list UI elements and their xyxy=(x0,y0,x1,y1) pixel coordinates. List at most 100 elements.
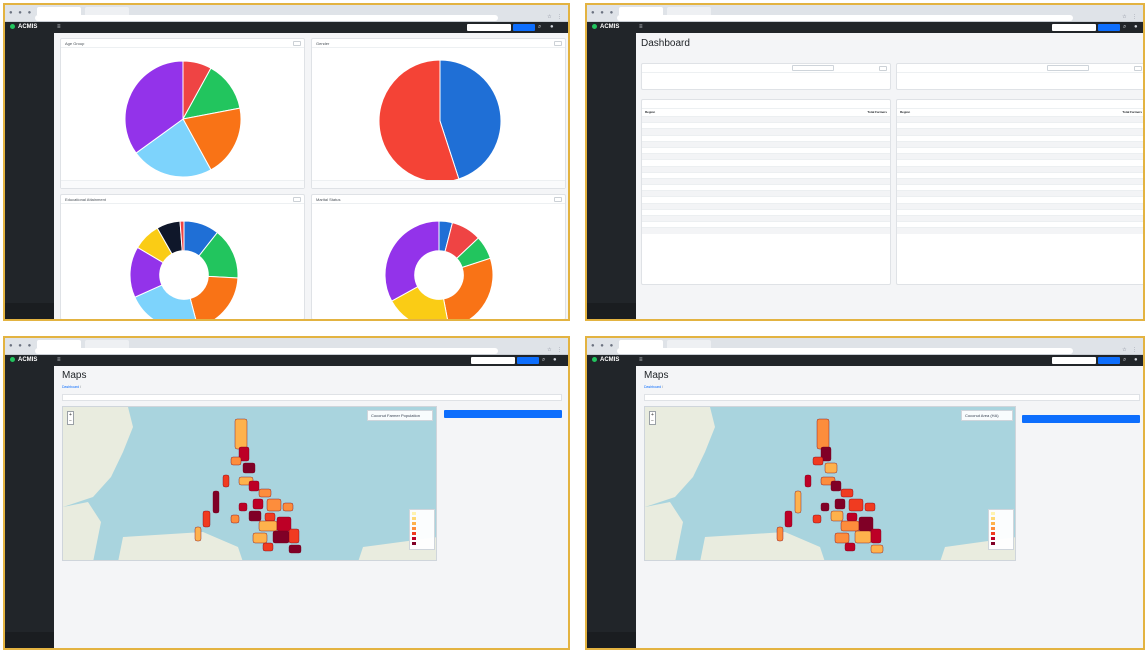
province-shape[interactable] xyxy=(264,512,276,522)
sidebar-item[interactable] xyxy=(5,79,54,87)
brand[interactable]: ACMIS xyxy=(592,23,619,32)
brand[interactable]: ACMIS xyxy=(10,356,37,365)
province-shape[interactable] xyxy=(212,490,220,514)
province-shape[interactable] xyxy=(276,516,292,532)
sidebar-item[interactable] xyxy=(587,376,636,384)
province-shape[interactable] xyxy=(848,498,864,512)
sidebar-item[interactable] xyxy=(587,87,636,95)
sidebar-item[interactable] xyxy=(587,420,636,428)
download-button[interactable] xyxy=(554,41,562,46)
browser-tab[interactable] xyxy=(37,7,81,15)
browser-tab[interactable] xyxy=(619,7,663,15)
province-shape[interactable] xyxy=(812,456,824,466)
browser-tab[interactable] xyxy=(37,340,81,348)
search-icon[interactable]: ⌕ xyxy=(542,356,545,365)
province-shape[interactable] xyxy=(234,418,248,450)
province-shape[interactable] xyxy=(834,532,850,544)
window-controls-icon[interactable]: ● ● ● xyxy=(9,343,33,349)
region-select[interactable] xyxy=(792,65,834,71)
province-shape[interactable] xyxy=(288,544,302,554)
address-bar[interactable] xyxy=(617,348,1073,354)
map-search-input[interactable] xyxy=(644,394,1140,401)
user-icon[interactable]: ● xyxy=(553,356,557,365)
search-input[interactable] xyxy=(471,357,515,364)
sidebar-item[interactable] xyxy=(5,43,54,51)
filter-button[interactable] xyxy=(879,66,887,71)
menu-toggle-icon[interactable]: ≡ xyxy=(57,356,61,365)
window-controls-icon[interactable]: ● ● ● xyxy=(591,343,615,349)
breadcrumb-link[interactable]: Dashboard xyxy=(62,385,79,389)
province-shape[interactable] xyxy=(776,526,784,542)
search-icon[interactable]: ⌕ xyxy=(1123,23,1126,32)
brand[interactable]: ACMIS xyxy=(10,23,37,32)
account-button[interactable] xyxy=(1098,24,1120,31)
map-search-input[interactable] xyxy=(62,394,562,401)
menu-toggle-icon[interactable]: ≡ xyxy=(639,23,643,32)
search-icon[interactable]: ⌕ xyxy=(1123,356,1126,365)
zoom-control[interactable]: + − xyxy=(649,411,656,425)
filter-button[interactable] xyxy=(1134,66,1142,71)
map-view[interactable]: + − Coconut Farmer Population xyxy=(62,406,437,561)
account-button[interactable] xyxy=(517,357,539,364)
province-shape[interactable] xyxy=(820,502,830,512)
window-controls-icon[interactable]: ● ● ● xyxy=(591,10,615,16)
sidebar-item[interactable] xyxy=(5,428,54,436)
province-shape[interactable] xyxy=(816,418,830,450)
pie-slice[interactable] xyxy=(384,220,440,302)
sidebar-item[interactable] xyxy=(587,103,636,111)
province-shape[interactable] xyxy=(864,502,876,512)
province-shape[interactable] xyxy=(840,488,854,498)
province-shape[interactable] xyxy=(870,528,882,544)
sidebar-item[interactable] xyxy=(587,394,636,402)
menu-toggle-icon[interactable]: ≡ xyxy=(57,23,61,32)
user-icon[interactable]: ● xyxy=(1134,356,1138,365)
account-button[interactable] xyxy=(1098,357,1120,364)
province-shape[interactable] xyxy=(858,516,874,532)
sidebar-item[interactable] xyxy=(587,95,636,103)
province-shape[interactable] xyxy=(834,498,846,510)
province-shape[interactable] xyxy=(288,528,300,544)
province-shape[interactable] xyxy=(824,462,838,474)
sidebar-item[interactable] xyxy=(5,103,54,111)
browser-tools-icon[interactable]: ☆ ⋮ xyxy=(547,347,564,353)
province-shape[interactable] xyxy=(812,514,822,524)
address-bar[interactable] xyxy=(35,348,498,354)
search-input[interactable] xyxy=(1052,357,1096,364)
province-shape[interactable] xyxy=(230,514,240,524)
map-view[interactable]: + − Coconut Area (HA) xyxy=(644,406,1016,561)
browser-tab[interactable] xyxy=(619,340,663,348)
province-shape[interactable] xyxy=(258,520,278,532)
breadcrumb-link[interactable]: Dashboard xyxy=(644,385,661,389)
province-shape[interactable] xyxy=(238,502,248,512)
sidebar-item[interactable] xyxy=(5,95,54,103)
province-shape[interactable] xyxy=(194,526,202,542)
region-select[interactable] xyxy=(1047,65,1089,71)
sidebar-item[interactable] xyxy=(5,376,54,384)
sidebar-item[interactable] xyxy=(5,394,54,402)
province-shape[interactable] xyxy=(230,456,242,466)
province-shape[interactable] xyxy=(242,462,256,474)
browser-tab[interactable] xyxy=(85,7,129,15)
province-shape[interactable] xyxy=(252,498,264,510)
search-input[interactable] xyxy=(1052,24,1096,31)
province-shape[interactable] xyxy=(830,510,844,522)
sidebar-item[interactable] xyxy=(587,79,636,87)
province-shape[interactable] xyxy=(794,490,802,514)
sidebar-item[interactable] xyxy=(587,61,636,69)
province-shape[interactable] xyxy=(202,510,211,528)
user-icon[interactable]: ● xyxy=(550,23,554,32)
province-shape[interactable] xyxy=(266,498,282,512)
sidebar-item[interactable] xyxy=(587,43,636,51)
brand[interactable]: ACMIS xyxy=(592,356,619,365)
province-shape[interactable] xyxy=(846,512,858,522)
window-controls-icon[interactable]: ● ● ● xyxy=(9,10,33,16)
province-shape[interactable] xyxy=(282,502,294,512)
secondary-map-button[interactable] xyxy=(1022,415,1140,423)
sidebar-item[interactable] xyxy=(587,428,636,436)
sidebar-item[interactable] xyxy=(5,61,54,69)
browser-tab[interactable] xyxy=(667,7,711,15)
sidebar-item[interactable] xyxy=(5,87,54,95)
province-shape[interactable] xyxy=(870,544,884,554)
menu-toggle-icon[interactable]: ≡ xyxy=(639,356,643,365)
sidebar-item[interactable] xyxy=(5,436,54,444)
